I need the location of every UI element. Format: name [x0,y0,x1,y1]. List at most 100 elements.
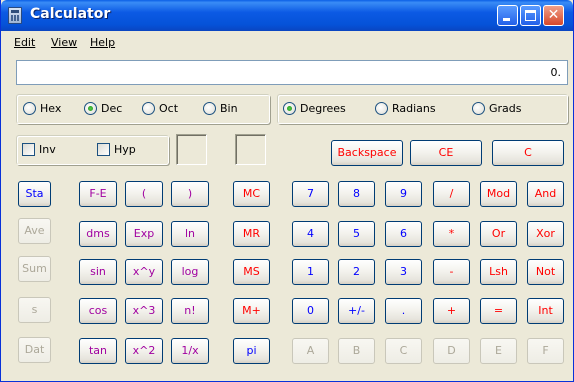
sum-button[interactable]: Sum [18,256,51,282]
average-button[interactable]: Ave [18,218,51,244]
memory-store-button[interactable]: MS [233,259,270,285]
memory-add-button[interactable]: M+ [233,298,270,324]
checkbox-inv-indicator [22,143,35,156]
checkbox-hyp-label: Hyp [114,143,136,156]
exp-button[interactable]: Exp [125,221,163,247]
negate-button[interactable]: +/- [338,298,375,324]
calculator-window: Calculator ✕ Edit View Help 0. Hex Dec O… [0,0,574,382]
checkbox-inv-label: Inv [39,143,56,156]
backspace-button[interactable]: Backspace [331,140,403,166]
or-button[interactable]: Or [480,221,517,247]
menu-help[interactable]: Help [90,36,115,49]
digit-5-button[interactable]: 5 [338,221,375,247]
menu-bar: Edit View Help [2,31,573,54]
divide-button[interactable]: / [433,181,470,207]
not-button[interactable]: Not [527,259,564,285]
statistics-button[interactable]: Sta [18,181,51,207]
digit-2-button[interactable]: 2 [338,259,375,285]
factorial-button[interactable]: n! [171,298,209,324]
hex-c-button[interactable]: C [385,338,422,364]
digit-6-button[interactable]: 6 [385,221,422,247]
decimal-button[interactable]: . [385,298,422,324]
open-paren-button[interactable]: ( [125,181,163,207]
menu-view-label: View [51,36,78,49]
clear-entry-button[interactable]: CE [410,140,482,166]
xor-button[interactable]: Xor [527,221,564,247]
menu-view[interactable]: View [51,36,77,49]
hex-a-button[interactable]: A [292,338,329,364]
radio-bin[interactable]: Bin [203,102,238,115]
lsh-button[interactable]: Lsh [480,259,517,285]
ln-button[interactable]: ln [171,221,209,247]
radio-degrees-label: Degrees [300,102,346,115]
radio-radians[interactable]: Radians [375,102,436,115]
radio-degrees[interactable]: Degrees [283,102,346,115]
parentheses-indicator [176,134,207,165]
hex-b-button[interactable]: B [338,338,375,364]
radio-grads-indicator [472,102,485,115]
digit-3-button[interactable]: 3 [385,259,422,285]
radio-dec-label: Dec [101,102,123,115]
radio-hex-label: Hex [40,102,62,115]
menu-help-label: Help [90,36,116,49]
sin-button[interactable]: sin [79,259,117,285]
equals-button[interactable]: = [480,298,517,324]
multiply-button[interactable]: * [433,221,470,247]
and-button[interactable]: And [527,181,564,207]
pi-button[interactable]: pi [233,338,270,364]
cos-button[interactable]: cos [79,298,117,324]
memory-indicator [235,134,266,165]
close-paren-button[interactable]: ) [171,181,209,207]
maximize-button[interactable] [520,5,541,26]
radio-oct[interactable]: Oct [142,102,178,115]
memory-recall-button[interactable]: MR [233,221,270,247]
std-dev-button[interactable]: s [18,297,51,323]
menu-edit-label: Edit [14,36,36,49]
digit-1-button[interactable]: 1 [292,259,329,285]
checkbox-hyp[interactable]: Hyp [97,143,136,156]
radio-hex-indicator [23,102,36,115]
title-bar[interactable]: Calculator ✕ [1,0,573,31]
radio-degrees-indicator [283,102,296,115]
menu-edit[interactable]: Edit [14,36,35,49]
close-button[interactable]: ✕ [543,5,564,26]
x-squared-button[interactable]: x^2 [125,338,163,364]
log-button[interactable]: log [171,259,209,285]
digit-9-button[interactable]: 9 [385,181,422,207]
dms-button[interactable]: dms [79,221,117,247]
checkbox-inv[interactable]: Inv [22,143,56,156]
digit-0-button[interactable]: 0 [292,298,329,324]
memory-clear-button[interactable]: MC [233,181,270,207]
radio-oct-label: Oct [159,102,179,115]
hex-f-button[interactable]: F [527,338,564,364]
digit-7-button[interactable]: 7 [292,181,329,207]
clear-button[interactable]: C [492,140,564,166]
int-button[interactable]: Int [527,298,564,324]
hex-e-button[interactable]: E [480,338,517,364]
tan-button[interactable]: tan [79,338,117,364]
mod-button[interactable]: Mod [480,181,517,207]
number-system-group: Hex Dec Oct Bin [16,94,270,124]
subtract-button[interactable]: - [433,259,470,285]
digit-4-button[interactable]: 4 [292,221,329,247]
radio-dec[interactable]: Dec [84,102,122,115]
add-button[interactable]: + [433,298,470,324]
radio-grads-label: Grads [489,102,522,115]
minimize-icon [503,18,510,21]
hex-d-button[interactable]: D [433,338,470,364]
minimize-button[interactable] [497,5,518,26]
fe-button[interactable]: F-E [79,181,117,207]
reciprocal-button[interactable]: 1/x [171,338,209,364]
checkbox-hyp-indicator [97,143,110,156]
radio-radians-indicator [375,102,388,115]
radio-bin-label: Bin [220,102,238,115]
result-display[interactable]: 0. [16,60,568,85]
angle-mode-group: Degrees Radians Grads [277,94,568,124]
data-button[interactable]: Dat [18,337,51,363]
radio-bin-indicator [203,102,216,115]
radio-grads[interactable]: Grads [472,102,522,115]
x-cubed-button[interactable]: x^3 [125,298,163,324]
digit-8-button[interactable]: 8 [338,181,375,207]
x-pow-y-button[interactable]: x^y [125,259,163,285]
radio-hex[interactable]: Hex [23,102,61,115]
